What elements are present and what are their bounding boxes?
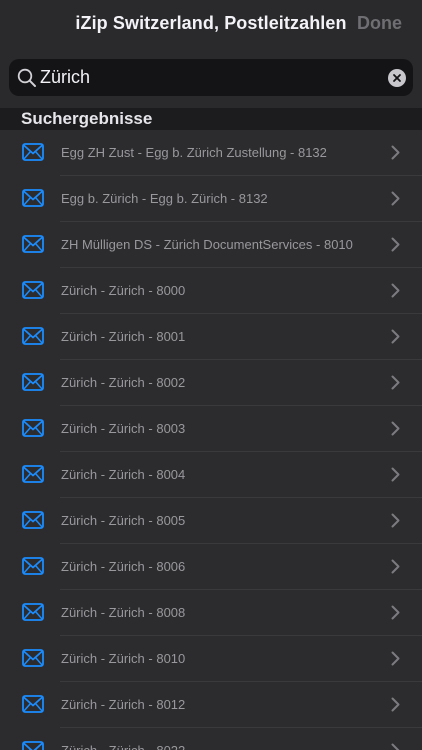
screen: iZip Switzerland, Postleitzahlen Done Su…: [0, 0, 422, 750]
chevron-right-icon: [391, 375, 400, 390]
envelope-icon: [22, 373, 44, 391]
envelope-icon: [22, 419, 44, 437]
chevron-right-icon: [391, 559, 400, 574]
list-item[interactable]: Zürich - Zürich - 8008: [0, 590, 422, 636]
envelope-icon: [22, 741, 44, 750]
chevron-right-icon: [391, 421, 400, 436]
chevron-right-icon: [391, 191, 400, 206]
list-item-label: Zürich - Zürich - 8000: [61, 283, 186, 298]
chevron-right-icon: [391, 513, 400, 528]
search-icon: [17, 68, 36, 87]
chevron-right-icon: [391, 283, 400, 298]
navigation-bar: iZip Switzerland, Postleitzahlen Done: [0, 0, 422, 50]
envelope-icon: [22, 143, 44, 161]
envelope-icon: [22, 649, 44, 667]
list-item[interactable]: Zürich - Zürich - 8012: [0, 682, 422, 728]
list-item-label: Zürich - Zürich - 8006: [61, 559, 186, 574]
chevron-right-icon: [391, 743, 400, 750]
envelope-icon: [22, 695, 44, 713]
list-item[interactable]: Zürich - Zürich - 8005: [0, 498, 422, 544]
done-button[interactable]: Done: [357, 13, 402, 34]
list-item[interactable]: Egg b. Zürich - Egg b. Zürich - 8132: [0, 176, 422, 222]
list-item[interactable]: ZH Mülligen DS - Zürich DocumentServices…: [0, 222, 422, 268]
list-item-label: Zürich - Zürich - 8002: [61, 375, 186, 390]
list-item-label: Egg ZH Zust - Egg b. Zürich Zustellung -…: [61, 145, 327, 160]
chevron-right-icon: [391, 145, 400, 160]
envelope-icon: [22, 511, 44, 529]
list-item[interactable]: Zürich - Zürich - 8010: [0, 636, 422, 682]
results-list: Egg ZH Zust - Egg b. Zürich Zustellung -…: [0, 130, 422, 750]
list-item[interactable]: Zürich - Zürich - 8003: [0, 406, 422, 452]
envelope-icon: [22, 603, 44, 621]
envelope-icon: [22, 327, 44, 345]
envelope-icon: [22, 281, 44, 299]
list-item-label: Zürich - Zürich - 8005: [61, 513, 186, 528]
list-item[interactable]: Egg ZH Zust - Egg b. Zürich Zustellung -…: [0, 130, 422, 176]
chevron-right-icon: [391, 697, 400, 712]
search-input[interactable]: [40, 63, 380, 92]
list-item-label: Zürich - Zürich - 8008: [61, 605, 186, 620]
chevron-right-icon: [391, 651, 400, 666]
list-item[interactable]: Zürich - Zürich - 8002: [0, 360, 422, 406]
list-item[interactable]: Zürich - Zürich - 8001: [0, 314, 422, 360]
chevron-right-icon: [391, 605, 400, 620]
search-field[interactable]: [9, 59, 413, 96]
list-item-label: Zürich - Zürich - 8012: [61, 697, 186, 712]
list-item-label: Zürich - Zürich - 8001: [61, 329, 186, 344]
list-item[interactable]: Zürich - Zürich - 8022: [0, 728, 422, 750]
envelope-icon: [22, 557, 44, 575]
chevron-right-icon: [391, 237, 400, 252]
section-header: Suchergebnisse: [0, 108, 422, 132]
list-item[interactable]: Zürich - Zürich - 8000: [0, 268, 422, 314]
clear-icon[interactable]: [388, 69, 406, 87]
list-item-label: ZH Mülligen DS - Zürich DocumentServices…: [61, 237, 353, 252]
envelope-icon: [22, 189, 44, 207]
list-item-label: Zürich - Zürich - 8022: [61, 743, 381, 750]
chevron-right-icon: [391, 329, 400, 344]
list-item-label: Zürich - Zürich - 8003: [61, 421, 186, 436]
chevron-right-icon: [391, 467, 400, 482]
envelope-icon: [22, 465, 44, 483]
section-header-label: Suchergebnisse: [21, 109, 153, 128]
envelope-icon: [22, 235, 44, 253]
list-item-label: Zürich - Zürich - 8004: [61, 467, 186, 482]
list-item[interactable]: Zürich - Zürich - 8006: [0, 544, 422, 590]
search-bar: [0, 50, 422, 108]
list-item-label: Egg b. Zürich - Egg b. Zürich - 8132: [61, 191, 268, 206]
list-item[interactable]: Zürich - Zürich - 8004: [0, 452, 422, 498]
list-item-label: Zürich - Zürich - 8010: [61, 651, 186, 666]
